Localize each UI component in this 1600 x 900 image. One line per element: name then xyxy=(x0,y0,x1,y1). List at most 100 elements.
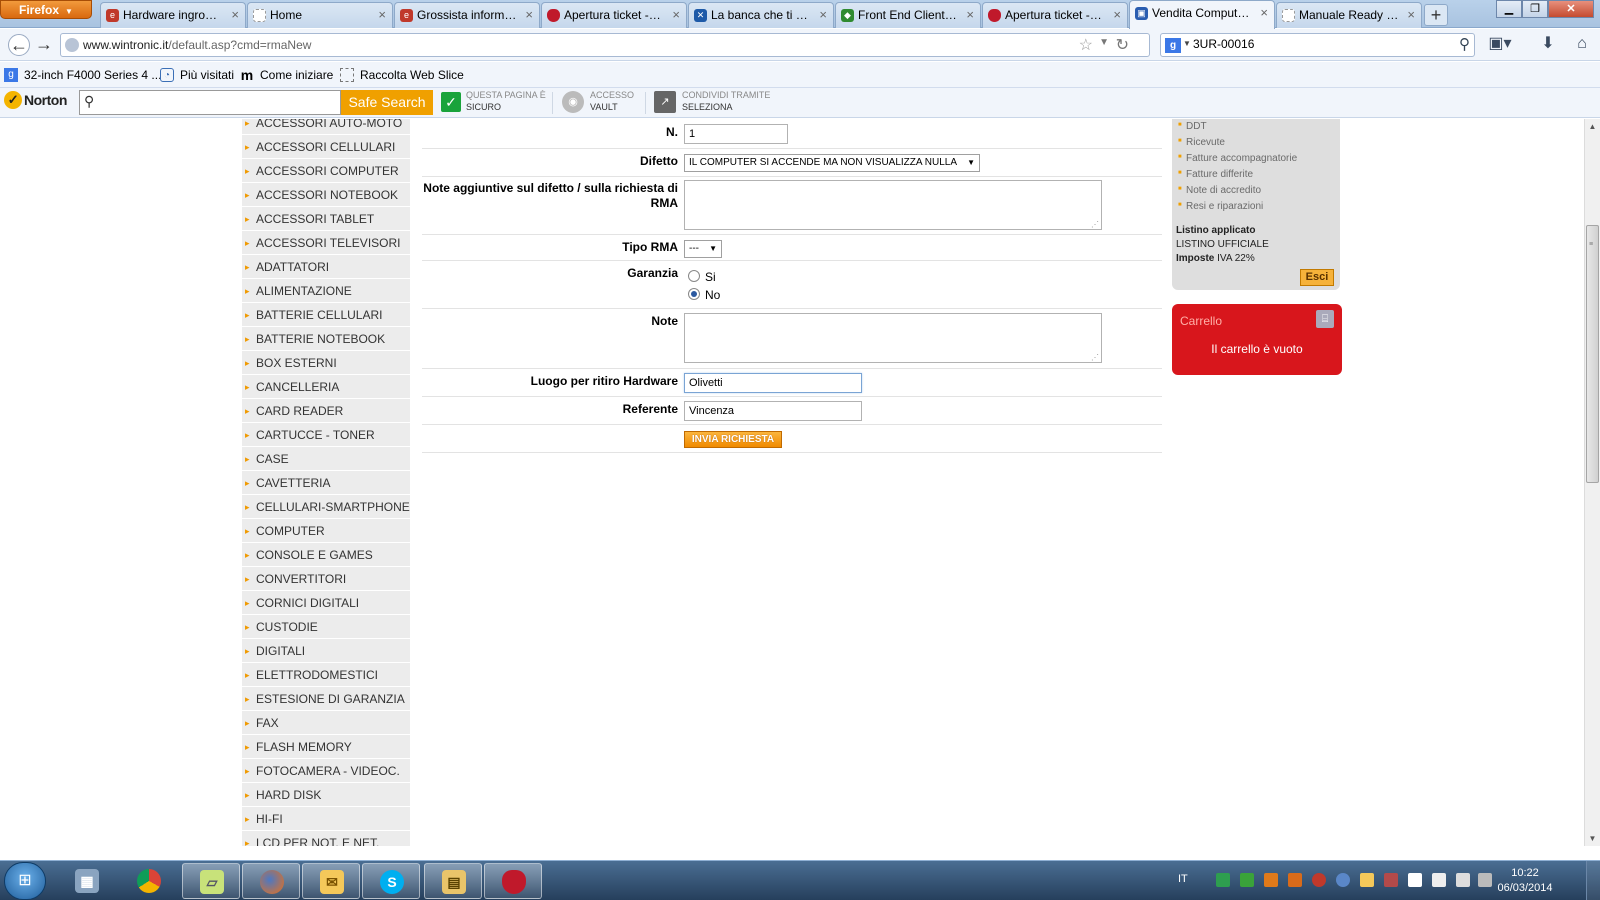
garanzia-si-radio[interactable] xyxy=(688,270,700,282)
tab-home[interactable]: Home × xyxy=(247,2,393,28)
tool-icon[interactable] xyxy=(1384,873,1398,887)
vault-access[interactable]: ACCESSO VAULT xyxy=(590,89,634,113)
tab-apertura-ticket-1[interactable]: Apertura ticket - R... × xyxy=(541,2,687,28)
close-icon[interactable]: × xyxy=(1260,1,1268,25)
category-item[interactable]: CAVETTERIA xyxy=(242,471,410,495)
category-item[interactable]: BATTERIE CELLULARI xyxy=(242,303,410,327)
close-icon[interactable]: × xyxy=(378,3,386,27)
category-item[interactable]: CANCELLERIA xyxy=(242,375,410,399)
tab-grossista[interactable]: e Grossista informat... × xyxy=(394,2,540,28)
category-item[interactable]: CORNICI DIGITALI xyxy=(242,591,410,615)
note-textarea[interactable]: ⋰ xyxy=(684,313,1102,363)
garanzia-no-radio[interactable] xyxy=(688,288,700,300)
category-item[interactable]: BATTERIE NOTEBOOK xyxy=(242,327,410,351)
close-window-button[interactable]: ✕ xyxy=(1548,0,1594,18)
close-icon[interactable]: × xyxy=(966,3,974,27)
taskbar-calculator[interactable]: ▦ xyxy=(58,863,116,899)
resize-grip-icon[interactable]: ⋰ xyxy=(1091,353,1099,362)
fatture-differite-link[interactable]: Fatture differite xyxy=(1178,169,1253,180)
network-icon[interactable] xyxy=(1408,873,1422,887)
category-item[interactable]: CELLULARI-SMARTPHONE xyxy=(242,495,410,519)
scrollbar-thumb[interactable] xyxy=(1586,225,1599,483)
language-indicator[interactable]: IT xyxy=(1178,873,1188,885)
taskbar-chrome[interactable] xyxy=(120,863,178,899)
mail-icon[interactable] xyxy=(1360,873,1374,887)
close-icon[interactable]: × xyxy=(1407,3,1415,27)
volume-icon[interactable] xyxy=(1456,873,1470,887)
web-search-input[interactable] xyxy=(1193,37,1433,51)
invia-richiesta-button[interactable]: INVIA RICHIESTA xyxy=(684,431,782,448)
check-icon[interactable] xyxy=(1240,873,1254,887)
new-tab-button[interactable]: + xyxy=(1424,4,1448,26)
category-item[interactable]: CUSTODIE xyxy=(242,615,410,639)
cart-icon[interactable]: ⌸ xyxy=(1316,310,1334,328)
bookmark-star-icon[interactable]: ☆ xyxy=(1079,35,1093,55)
start-button[interactable]: ⊞ xyxy=(4,862,46,900)
close-icon[interactable]: × xyxy=(1113,3,1121,27)
category-item[interactable]: ACCESSORI TABLET xyxy=(242,207,410,231)
category-item[interactable]: BOX ESTERNI xyxy=(242,351,410,375)
url-bar[interactable]: www.wintronic.it/default.asp?cmd=rmaNew … xyxy=(60,33,1150,57)
tab-apertura-ticket-2[interactable]: Apertura ticket - R... × xyxy=(982,2,1128,28)
share-via[interactable]: CONDIVIDI TRAMITE SELEZIONA xyxy=(682,89,770,113)
tipo-rma-select[interactable]: --- ▼ xyxy=(684,240,722,258)
category-item[interactable]: COMPUTER xyxy=(242,519,410,543)
taskbar-explorer[interactable]: ▤ xyxy=(424,863,482,899)
share-icon[interactable]: ↗ xyxy=(654,91,676,113)
category-item[interactable]: ACCESSORI AUTO-MOTO xyxy=(242,119,410,135)
number-input[interactable]: 1 xyxy=(684,124,788,144)
home-button[interactable]: ⌂ xyxy=(1570,34,1594,56)
referente-input[interactable]: Vincenza xyxy=(684,401,862,421)
secure-check-icon[interactable]: ✓ xyxy=(441,92,461,112)
forward-button[interactable]: → xyxy=(33,34,55,56)
tab-hardware-ingrosso[interactable]: e Hardware ingrosso... × xyxy=(100,2,246,28)
taskbar-sticky-notes[interactable]: ▱ xyxy=(182,863,240,899)
norton-logo[interactable]: ✓ Norton xyxy=(4,91,67,109)
bookmark-item[interactable]: ◔ Più visitati xyxy=(160,66,234,84)
category-item[interactable]: ACCESSORI TELEVISORI xyxy=(242,231,410,255)
bookmark-item[interactable]: Raccolta Web Slice xyxy=(340,66,464,84)
category-item[interactable]: CARD READER xyxy=(242,399,410,423)
close-icon[interactable]: × xyxy=(231,3,239,27)
norton-search-box[interactable]: ⚲ xyxy=(79,90,341,115)
category-item[interactable]: FAX xyxy=(242,711,410,735)
taskbar-firefox[interactable] xyxy=(242,863,300,899)
category-item[interactable]: CARTUCCE - TONER xyxy=(242,423,410,447)
minimize-button[interactable]: ▁ xyxy=(1496,0,1522,18)
google-icon[interactable]: g xyxy=(1165,38,1181,53)
clock[interactable]: 10:22 06/03/2014 xyxy=(1495,866,1555,896)
category-item[interactable]: CONSOLE E GAMES xyxy=(242,543,410,567)
page-safety-status[interactable]: QUESTA PAGINA È SICURO xyxy=(466,89,546,113)
flag-icon[interactable] xyxy=(1432,873,1446,887)
maximize-button[interactable]: ❐ xyxy=(1522,0,1548,18)
luogo-ritiro-input[interactable]: Olivetti xyxy=(684,373,862,393)
drive-icon[interactable] xyxy=(1216,873,1230,887)
globe-icon[interactable] xyxy=(1336,873,1350,887)
bookmark-item[interactable]: m Come iniziare xyxy=(240,66,334,84)
category-item[interactable]: FOTOCAMERA - VIDEOC. xyxy=(242,759,410,783)
vault-icon[interactable]: ◉ xyxy=(562,91,584,113)
show-desktop-button[interactable] xyxy=(1586,861,1600,900)
record-icon[interactable] xyxy=(1312,873,1326,887)
difetto-select[interactable]: IL COMPUTER SI ACCENDE MA NON VISUALIZZA… xyxy=(684,154,980,172)
close-icon[interactable]: × xyxy=(819,3,827,27)
search-icon[interactable]: ⚲ xyxy=(1459,35,1470,53)
category-item[interactable]: ELETTRODOMESTICI xyxy=(242,663,410,687)
category-item[interactable]: ACCESSORI COMPUTER xyxy=(242,159,410,183)
scroll-up-icon[interactable]: ▲ xyxy=(1585,119,1600,134)
shield-icon[interactable] xyxy=(1288,873,1302,887)
web-search-box[interactable]: g ▼ ⚲ xyxy=(1160,33,1475,57)
taskbar-mail[interactable]: ✉ xyxy=(302,863,360,899)
ricevute-link[interactable]: Ricevute xyxy=(1178,137,1225,148)
category-item[interactable]: ACCESSORI NOTEBOOK xyxy=(242,183,410,207)
logout-button[interactable]: Esci xyxy=(1300,269,1334,286)
chevron-down-icon[interactable]: ▼ xyxy=(1099,37,1109,48)
firefox-menu-button[interactable]: Firefox ▼ xyxy=(0,0,92,19)
category-item[interactable]: DIGITALI xyxy=(242,639,410,663)
category-item[interactable]: FLASH MEMORY xyxy=(242,735,410,759)
chevron-down-icon[interactable]: ▼ xyxy=(1183,39,1191,48)
tab-banca[interactable]: ✕ La banca che ti è ... × xyxy=(688,2,834,28)
category-item[interactable]: ACCESSORI CELLULARI xyxy=(242,135,410,159)
fatture-accompagnatorie-link[interactable]: Fatture accompagnatorie xyxy=(1178,153,1297,164)
note-aggiuntive-textarea[interactable]: ⋰ xyxy=(684,180,1102,230)
